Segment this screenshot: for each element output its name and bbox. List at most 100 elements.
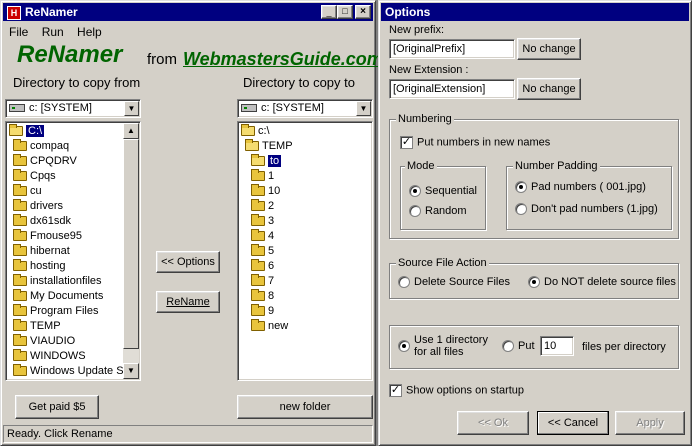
show-options-checkbox[interactable]: ✓ Show options on startup — [389, 384, 524, 397]
tree-folder-item[interactable]: 2 — [241, 199, 369, 214]
apply-button[interactable]: Apply — [615, 411, 685, 435]
menu-file[interactable]: File — [9, 25, 28, 39]
tree-folder-item[interactable]: 7 — [241, 274, 369, 289]
from-drive-select[interactable]: c: [SYSTEM] ▼ — [5, 99, 141, 118]
tree-folder-item[interactable]: TEMP — [9, 319, 125, 334]
tree-folder-item[interactable]: My Documents — [9, 289, 125, 304]
new-folder-button[interactable]: new folder — [237, 395, 373, 419]
tree-folder-item[interactable]: new — [241, 319, 369, 334]
rename-button[interactable]: ReName — [156, 291, 220, 313]
tree-folder-item[interactable]: 1 — [241, 169, 369, 184]
tree-root-item[interactable]: C:\ — [9, 124, 125, 139]
tree-folder-item[interactable]: drivers — [9, 199, 125, 214]
status-text: Ready. Click Rename — [7, 428, 113, 440]
tree-folder-item[interactable]: Program Files — [9, 304, 125, 319]
brand-website-link[interactable]: WebmastersGuide.com — [183, 49, 383, 70]
tree-item-label: hosting — [30, 260, 66, 272]
folder-icon — [13, 364, 27, 377]
padding-group-label: Number Padding — [513, 160, 600, 172]
tree-root-item[interactable]: c:\ — [241, 124, 369, 139]
tree-folder-item[interactable]: dx61sdk — [9, 214, 125, 229]
mode-random-radio[interactable]: Random — [409, 205, 467, 218]
folder-icon — [13, 274, 27, 287]
to-folder-tree[interactable]: c:\ TEMP to 1 10 2 3 4 5 6 7 8 9 new — [237, 121, 373, 381]
folder-icon — [251, 319, 265, 332]
tree-folder-item[interactable]: Cpqs — [9, 169, 125, 184]
scroll-up-icon[interactable]: ▲ — [123, 123, 139, 139]
tree-folder-item[interactable]: TEMP — [241, 139, 369, 154]
tree-folder-item[interactable]: compaq — [9, 139, 125, 154]
one-directory-radio[interactable]: Use 1 directory for all files — [398, 334, 488, 358]
tree-item-label: compaq — [30, 140, 70, 152]
to-drive-select[interactable]: c: [SYSTEM] ▼ — [237, 99, 373, 118]
minimize-button[interactable]: _ — [321, 5, 337, 19]
renamer-titlebar[interactable]: H ReNamer — [3, 3, 373, 21]
scroll-down-icon[interactable]: ▼ — [123, 363, 139, 379]
checkbox-checked-icon[interactable]: ✓ — [400, 136, 413, 149]
dropdown-arrow-icon[interactable]: ▼ — [356, 101, 371, 116]
mode-sequential-radio[interactable]: Sequential — [409, 185, 477, 198]
extension-input[interactable]: [OriginalExtension] — [389, 79, 515, 99]
options-button[interactable]: << Options — [156, 251, 220, 273]
prefix-no-change-button[interactable]: No change — [517, 38, 581, 60]
tree-item-label: 4 — [268, 230, 275, 242]
cancel-button[interactable]: << Cancel — [537, 411, 609, 435]
radio-selected-icon[interactable] — [528, 276, 540, 289]
radio-selected-icon[interactable] — [398, 340, 410, 352]
tree-folder-item[interactable]: VIAUDIO — [9, 334, 125, 349]
scroll-thumb[interactable] — [123, 139, 139, 349]
tree-folder-item[interactable]: 8 — [241, 289, 369, 304]
tree-folder-item[interactable]: 3 — [241, 214, 369, 229]
tree-folder-item[interactable]: CPQDRV — [9, 154, 125, 169]
dropdown-arrow-icon[interactable]: ▼ — [124, 101, 139, 116]
numbering-group-label: Numbering — [396, 113, 454, 125]
tree-item-label: 2 — [268, 200, 275, 212]
tree-folder-item[interactable]: WINDOWS — [9, 349, 125, 364]
tree-folder-item[interactable]: 10 — [241, 184, 369, 199]
pad-numbers-radio[interactable]: Pad numbers ( 001.jpg) — [515, 181, 646, 194]
from-tree-scrollbar[interactable]: ▲ ▼ — [123, 123, 139, 379]
tree-folder-item[interactable]: Fmouse95 — [9, 229, 125, 244]
drive-icon — [9, 104, 25, 113]
folder-icon — [13, 139, 27, 152]
radio-unselected-icon[interactable] — [409, 205, 421, 218]
keep-source-radio[interactable]: Do NOT delete source files — [528, 276, 676, 289]
tree-folder-item[interactable]: cu — [9, 184, 125, 199]
tree-folder-item[interactable]: to — [241, 154, 369, 169]
tree-folder-item[interactable]: Windows Update S — [9, 364, 125, 379]
keep-source-label: Do NOT delete source files — [544, 276, 676, 288]
tree-folder-item[interactable]: 9 — [241, 304, 369, 319]
delete-source-radio[interactable]: Delete Source Files — [398, 276, 510, 289]
files-per-directory-input[interactable]: 10 — [540, 336, 574, 356]
prefix-input[interactable]: [OriginalPrefix] — [389, 39, 515, 59]
radio-unselected-icon[interactable] — [502, 340, 514, 353]
put-numbers-checkbox[interactable]: ✓ Put numbers in new names — [400, 136, 550, 149]
from-folder-tree[interactable]: C:\ compaq CPQDRV Cpqs cu drivers dx61sdk Fmous… — [5, 121, 141, 381]
menu-help[interactable]: Help — [77, 25, 102, 39]
radio-unselected-icon[interactable] — [515, 203, 527, 216]
put-per-directory-radio[interactable]: Put — [502, 340, 535, 353]
ok-button[interactable]: << Ok — [457, 411, 529, 435]
tree-item-label: My Documents — [30, 290, 104, 302]
tree-folder-item[interactable]: 4 — [241, 229, 369, 244]
close-button[interactable]: × — [355, 5, 371, 19]
radio-unselected-icon[interactable] — [398, 276, 410, 289]
checkbox-checked-icon[interactable]: ✓ — [389, 384, 402, 397]
get-paid-button[interactable]: Get paid $5 — [15, 395, 99, 419]
radio-selected-icon[interactable] — [409, 185, 421, 198]
tree-item-label: VIAUDIO — [30, 335, 76, 347]
tree-folder-item[interactable]: hibernat — [9, 244, 125, 259]
menu-run[interactable]: Run — [42, 25, 64, 39]
folder-icon — [13, 334, 27, 347]
maximize-button[interactable]: □ — [337, 5, 353, 19]
options-titlebar[interactable]: Options — [381, 3, 689, 21]
tree-item-label: 1 — [268, 170, 275, 182]
tree-folder-item[interactable]: 5 — [241, 244, 369, 259]
extension-no-change-button[interactable]: No change — [517, 78, 581, 100]
radio-selected-icon[interactable] — [515, 181, 527, 194]
tree-folder-item[interactable]: hosting — [9, 259, 125, 274]
tree-folder-item[interactable]: 6 — [241, 259, 369, 274]
folder-icon — [13, 304, 27, 317]
tree-folder-item[interactable]: installationfiles — [9, 274, 125, 289]
no-pad-radio[interactable]: Don't pad numbers (1.jpg) — [515, 203, 658, 216]
